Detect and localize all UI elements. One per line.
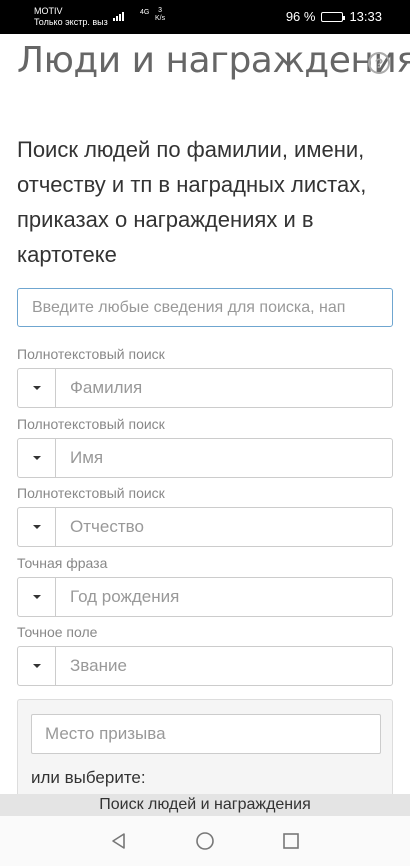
caret-down-icon (32, 525, 41, 529)
page-subtitle: Поиск людей по фамилии, имени, отчеству … (17, 137, 367, 267)
bottom-banner[interactable]: Поиск людей и награждения (0, 794, 410, 816)
status-bar: MOTIV Только экстр. выз 4G 3 K/s 96 % 13… (0, 0, 410, 34)
or-choose-label: или выберите: (31, 768, 146, 787)
search-input[interactable]: Введите любые сведения для поиска, нап (17, 288, 393, 327)
clock: 13:33 (349, 9, 382, 24)
status-right: 96 % 13:33 (286, 9, 382, 24)
signal-icon (113, 9, 124, 21)
patronymic-field: Отчество (17, 507, 393, 547)
field-label-patronymic: Полнотекстовый поиск (17, 485, 165, 501)
name-field: Имя (17, 438, 393, 478)
birth-year-field: Год рождения (17, 577, 393, 617)
caret-down-icon (32, 456, 41, 460)
carrier-note: Только экстр. выз (34, 17, 108, 27)
surname-input[interactable]: Фамилия (56, 369, 392, 407)
speed-unit: K/s (155, 15, 166, 22)
help-icon[interactable]: ? (368, 52, 390, 74)
place-of-conscription-input[interactable]: Место призыва (31, 714, 381, 754)
birth-year-mode-dropdown[interactable] (18, 578, 56, 616)
page-title: Люди и награждения (17, 40, 410, 81)
network-type: 4G (140, 9, 150, 16)
name-mode-dropdown[interactable] (18, 439, 56, 477)
name-input[interactable]: Имя (56, 439, 392, 477)
field-label-rank: Точное поле (17, 624, 98, 640)
birth-year-input[interactable]: Год рождения (56, 578, 392, 616)
navigation-bar (0, 816, 410, 866)
recents-icon[interactable] (279, 829, 303, 853)
battery-icon (321, 11, 346, 22)
network-speed: 3 K/s (155, 7, 165, 23)
rank-field: Звание (17, 646, 393, 686)
home-icon[interactable] (193, 829, 217, 853)
rank-input[interactable]: Звание (56, 647, 392, 685)
place-of-conscription-panel: Место призыва или выберите: (17, 699, 393, 809)
carrier-info: MOTIV Только экстр. выз (34, 6, 108, 28)
field-label-surname: Полнотекстовый поиск (17, 346, 165, 362)
surname-field: Фамилия (17, 368, 393, 408)
caret-down-icon (32, 386, 41, 390)
patronymic-input[interactable]: Отчество (56, 508, 392, 546)
rank-mode-dropdown[interactable] (18, 647, 56, 685)
caret-down-icon (32, 595, 41, 599)
surname-mode-dropdown[interactable] (18, 369, 56, 407)
field-label-birth-year: Точная фраза (17, 555, 108, 571)
caret-down-icon (32, 664, 41, 668)
speed-value: 3 (158, 7, 163, 14)
battery-percent: 96 % (285, 9, 316, 24)
carrier-name: MOTIV (34, 6, 63, 16)
patronymic-mode-dropdown[interactable] (18, 508, 56, 546)
back-icon[interactable] (107, 829, 131, 853)
field-label-name: Полнотекстовый поиск (17, 416, 165, 432)
